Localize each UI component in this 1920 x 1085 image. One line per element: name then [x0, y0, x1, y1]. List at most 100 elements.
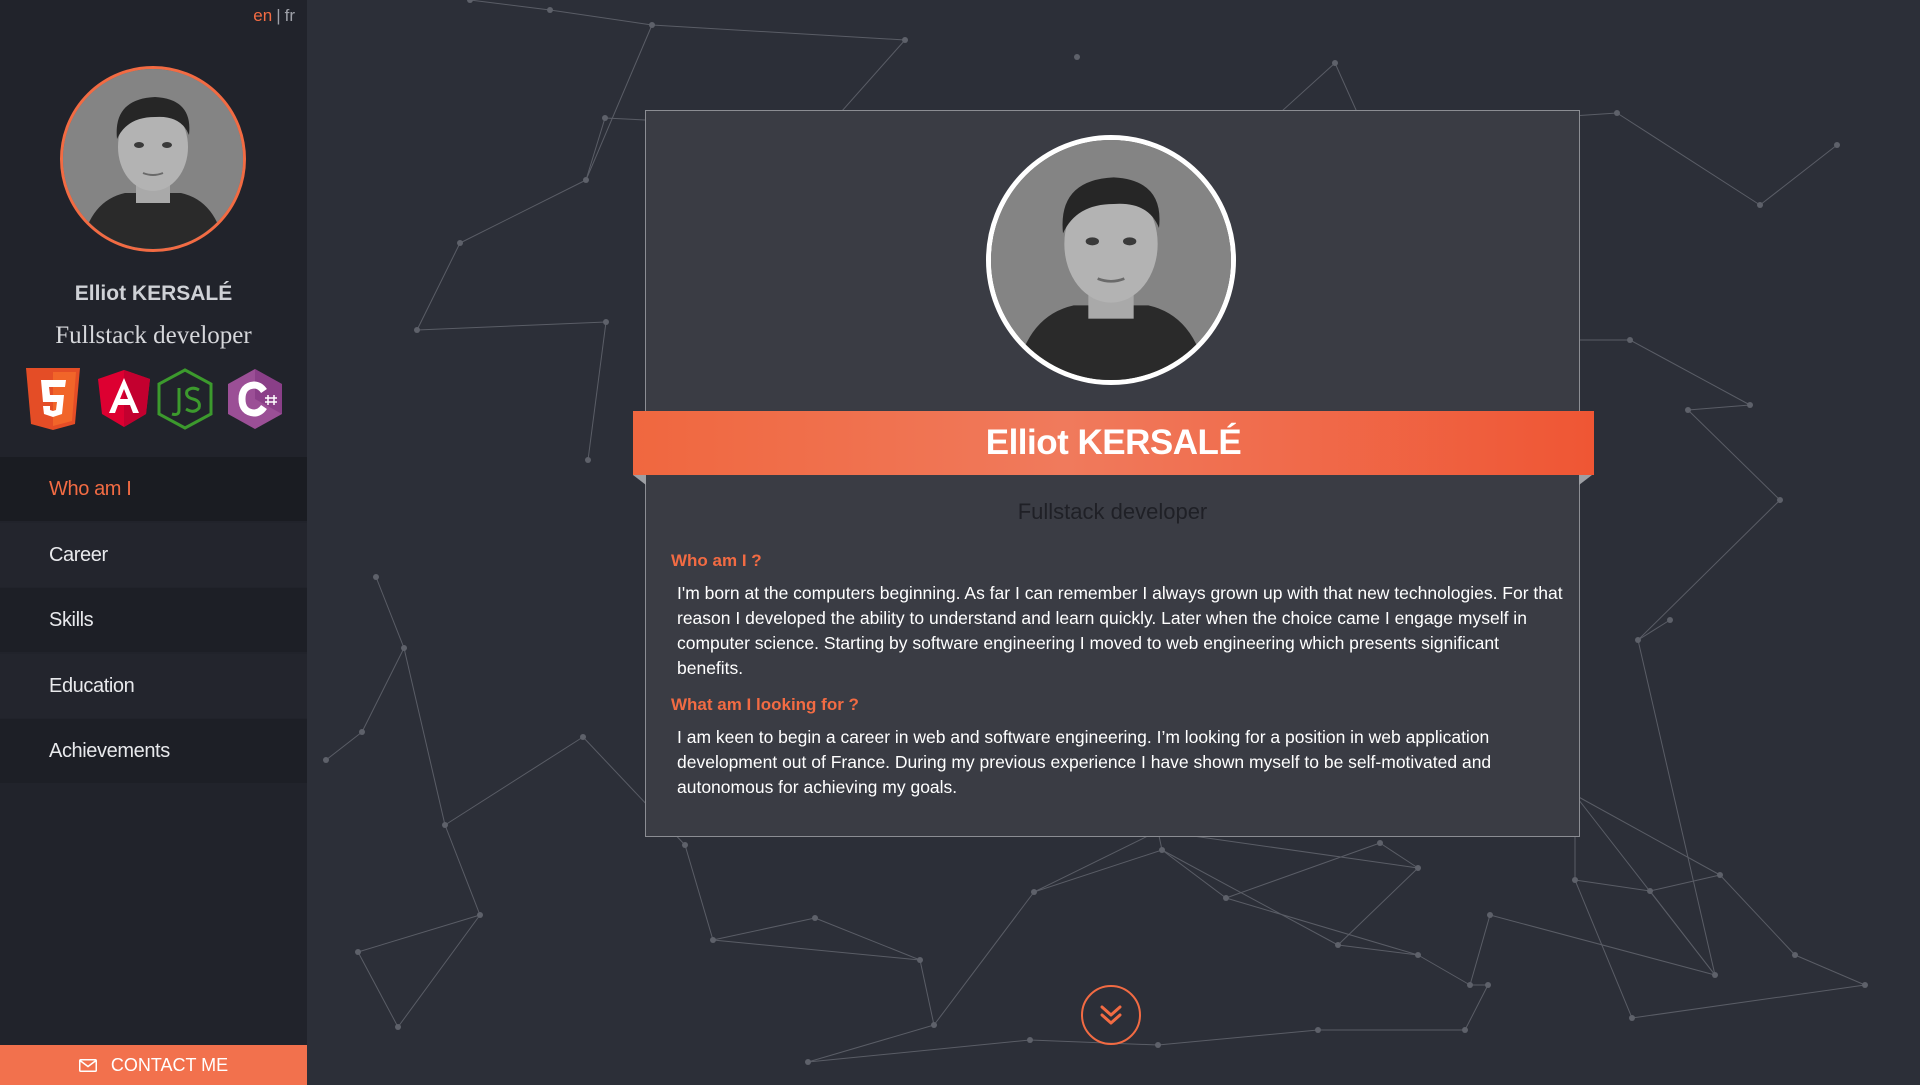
- card-job-title: Fullstack developer: [1017, 499, 1208, 524]
- contact-me-label: CONTACT ME: [110, 1054, 229, 1075]
- network-line: [712, 917, 816, 941]
- network-line: [1161, 849, 1339, 946]
- section-title-looking-for: What am I looking for ?: [671, 695, 859, 714]
- network-line: [1649, 874, 1721, 892]
- network-line: [807, 1039, 1031, 1063]
- nav-item-achievements[interactable]: Achievements: [0, 719, 307, 783]
- network-node: [1572, 877, 1578, 883]
- network-node: [1159, 847, 1165, 853]
- network-node: [1777, 497, 1783, 503]
- network-node: [401, 645, 407, 651]
- network-line: [357, 951, 399, 1028]
- network-node: [1467, 982, 1473, 988]
- network-node: [373, 574, 379, 580]
- network-line: [1574, 794, 1721, 876]
- network-line: [459, 179, 587, 244]
- network-line: [1417, 954, 1471, 986]
- network-node: [1027, 1037, 1033, 1043]
- section-text-looking-for: I am keen to begin a career in web and s…: [677, 727, 1492, 797]
- portrait-photo: [991, 140, 1231, 380]
- contact-me-button[interactable]: CONTACT ME: [0, 1045, 307, 1085]
- lang-en-link[interactable]: en: [253, 6, 272, 25]
- nav-item-career[interactable]: Career: [0, 522, 307, 587]
- section-text-who-am-i: I'm born at the computers beginning. As …: [677, 583, 1563, 678]
- network-line: [361, 647, 405, 733]
- sidebar-job-title: Fullstack developer: [55, 322, 252, 349]
- network-node: [649, 22, 655, 28]
- network-line: [585, 117, 606, 181]
- network-node: [1223, 895, 1229, 901]
- network-line: [1337, 867, 1419, 946]
- network-line: [1687, 409, 1781, 501]
- nav-item-who-am-i[interactable]: Who am I: [0, 457, 307, 521]
- banner-fold-left: [633, 475, 646, 485]
- scroll-down-button[interactable]: [1081, 985, 1141, 1045]
- portrait-photo: [63, 69, 243, 249]
- nav-item-skills[interactable]: Skills: [0, 588, 307, 652]
- network-line: [1631, 984, 1866, 1019]
- network-node: [583, 177, 589, 183]
- network-line: [1637, 619, 1671, 641]
- network-line: [1687, 404, 1751, 411]
- network-node: [395, 1024, 401, 1030]
- nav-item-education[interactable]: Education: [0, 653, 307, 718]
- network-node: [602, 115, 608, 121]
- network-node: [682, 842, 688, 848]
- network-line: [1629, 339, 1751, 406]
- sidebar-name: Elliot KERSALÉ: [74, 282, 233, 305]
- network-node: [414, 327, 420, 333]
- network-node: [1485, 982, 1491, 988]
- network-line: [712, 939, 921, 961]
- network-node: [323, 757, 329, 763]
- network-node: [457, 240, 463, 246]
- network-node: [1717, 872, 1723, 878]
- network-node: [1747, 402, 1753, 408]
- lang-fr-link[interactable]: fr: [285, 6, 295, 25]
- network-line: [814, 917, 921, 961]
- network-node: [1377, 840, 1383, 846]
- network-line: [1033, 830, 1159, 893]
- network-line: [1157, 1029, 1319, 1046]
- network-line: [469, 0, 551, 11]
- network-line: [416, 242, 461, 331]
- network-line: [397, 914, 481, 1028]
- network-node: [931, 1022, 937, 1028]
- sidebar: en | fr Elliot KERSALÉ Fullstack developer: [0, 0, 307, 1085]
- network-line: [1379, 842, 1419, 869]
- network-node: [1155, 1042, 1161, 1048]
- sidebar-avatar: [60, 66, 246, 252]
- network-node: [1074, 54, 1080, 60]
- network-node: [902, 37, 908, 43]
- network-node: [1335, 942, 1341, 948]
- network-node: [467, 0, 473, 3]
- network-node: [477, 912, 483, 918]
- network-line: [1464, 984, 1489, 1031]
- network-line: [1337, 944, 1419, 956]
- network-node: [1031, 889, 1037, 895]
- sidebar-nav: Who am I Career Skills Education Achieve…: [0, 457, 307, 785]
- network-node: [580, 734, 586, 740]
- network-node: [355, 949, 361, 955]
- network-line: [416, 321, 607, 331]
- network-line: [1161, 849, 1227, 899]
- network-node: [812, 915, 818, 921]
- network-node: [442, 822, 448, 828]
- network-line: [1033, 849, 1163, 893]
- network-line: [1759, 144, 1838, 206]
- network-node: [1315, 1027, 1321, 1033]
- network-node: [1629, 1015, 1635, 1021]
- network-node: [1415, 865, 1421, 871]
- network-line: [1794, 954, 1866, 986]
- network-node: [1792, 952, 1798, 958]
- card-avatar: [986, 135, 1236, 385]
- network-line: [549, 9, 653, 26]
- network-line: [444, 824, 481, 916]
- section-title-who-am-i: Who am I ?: [671, 551, 762, 570]
- network-node: [1635, 637, 1641, 643]
- network-line: [651, 24, 906, 41]
- network-line: [357, 914, 481, 953]
- network-node: [1415, 952, 1421, 958]
- network-node: [805, 1059, 811, 1065]
- network-line: [325, 731, 363, 761]
- lang-separator: |: [276, 6, 281, 25]
